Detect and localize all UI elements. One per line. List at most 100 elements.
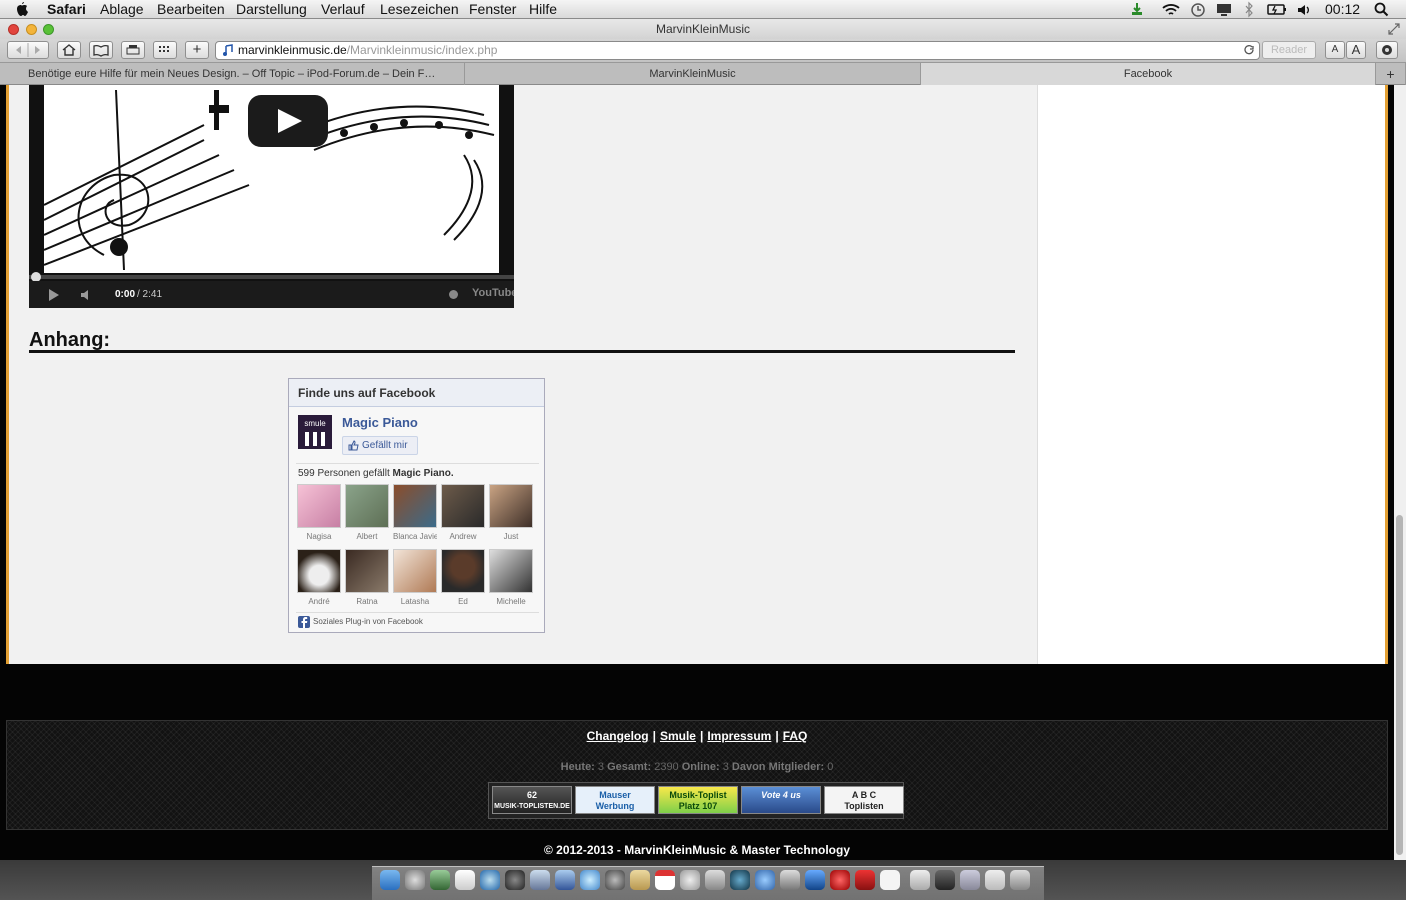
- app-menu[interactable]: Safari: [47, 1, 86, 18]
- reload-icon[interactable]: [1244, 45, 1255, 56]
- opera-icon[interactable]: [830, 870, 850, 890]
- fan-profile[interactable]: Blanca Javie: [393, 484, 437, 541]
- applications-stack-icon[interactable]: [960, 870, 980, 890]
- play-control-icon[interactable]: [47, 288, 61, 302]
- fan-profile[interactable]: Ratna: [345, 549, 389, 606]
- fan-profile[interactable]: Just: [489, 484, 533, 541]
- video-thumbnail[interactable]: [44, 85, 499, 273]
- close-window-button[interactable]: [8, 24, 19, 35]
- fan-name[interactable]: Ed: [441, 597, 485, 606]
- video-settings-icon[interactable]: [448, 289, 459, 300]
- fan-profile[interactable]: Andrew: [441, 484, 485, 541]
- fan-name[interactable]: André: [297, 597, 341, 606]
- wifi-icon[interactable]: [1161, 0, 1181, 19]
- photo-booth-icon[interactable]: [705, 870, 725, 890]
- display-icon[interactable]: [1215, 0, 1233, 19]
- menu-ablage[interactable]: Ablage: [100, 1, 144, 18]
- fan-profile[interactable]: Latasha: [393, 549, 437, 606]
- fan-photo[interactable]: [489, 484, 533, 528]
- print-button[interactable]: [121, 41, 145, 59]
- fan-name[interactable]: Andrew: [441, 532, 485, 541]
- folder-stack-icon[interactable]: [935, 870, 955, 890]
- app-store-icon[interactable]: [755, 870, 775, 890]
- facebook-plugin-credit[interactable]: Soziales Plug-in von Facebook: [298, 616, 423, 628]
- menu-darstellung[interactable]: Darstellung: [236, 1, 307, 18]
- fan-name[interactable]: Ratna: [345, 597, 389, 606]
- menu-fenster[interactable]: Fenster: [469, 1, 516, 18]
- document-stack-icon[interactable]: [910, 870, 930, 890]
- video-progress-bar[interactable]: [29, 275, 514, 279]
- fan-name[interactable]: Nagisa: [297, 532, 341, 541]
- fan-photo[interactable]: [297, 549, 341, 593]
- badge-vote-4-us[interactable]: Vote 4 us: [741, 786, 821, 814]
- new-tab-button[interactable]: +: [1376, 63, 1406, 85]
- video-play-button[interactable]: [248, 95, 328, 147]
- badge-musik-toplist[interactable]: Musik-Toplist Platz 107: [658, 786, 738, 814]
- badge-musik-toplisten[interactable]: 62 MUSIK-TOPLISTEN.DE: [492, 786, 572, 814]
- system-preferences-icon[interactable]: [505, 870, 525, 890]
- youtube-video-player[interactable]: 0:00 / 2:41 YouTube: [29, 85, 514, 308]
- xcode-icon[interactable]: [805, 870, 825, 890]
- footer-link-smule[interactable]: Smule: [660, 729, 696, 743]
- fan-profile[interactable]: Michelle: [489, 549, 533, 606]
- mail-icon[interactable]: [555, 870, 575, 890]
- trash-icon[interactable]: [1010, 870, 1030, 890]
- bookmarks-button[interactable]: [89, 41, 113, 59]
- reminders-icon[interactable]: [680, 870, 700, 890]
- fan-name[interactable]: Michelle: [489, 597, 533, 606]
- fan-profile[interactable]: Albert: [345, 484, 389, 541]
- download-status-icon[interactable]: [1129, 0, 1145, 19]
- dashboard-icon[interactable]: [455, 870, 475, 890]
- zoom-window-button[interactable]: [43, 24, 54, 35]
- address-bar[interactable]: marvinkleinmusic.de/Marvinkleinmusic/ind…: [215, 41, 1260, 60]
- fan-name[interactable]: Latasha: [393, 597, 437, 606]
- fan-photo[interactable]: [297, 484, 341, 528]
- menu-verlauf[interactable]: Verlauf: [321, 1, 365, 18]
- fan-photo[interactable]: [441, 549, 485, 593]
- font-smaller-button[interactable]: A: [1325, 41, 1345, 59]
- footer-link-faq[interactable]: FAQ: [783, 729, 808, 743]
- spotlight-search-icon[interactable]: [1373, 0, 1389, 19]
- bluetooth-icon[interactable]: [1243, 0, 1255, 19]
- fan-photo[interactable]: [393, 484, 437, 528]
- facebook-page-name[interactable]: Magic Piano: [342, 415, 418, 430]
- youtube-logo[interactable]: YouTube: [472, 287, 514, 299]
- volume-control-icon[interactable]: [80, 288, 94, 302]
- time-machine-icon[interactable]: [1190, 0, 1206, 19]
- tab-facebook[interactable]: Facebook: [921, 63, 1376, 85]
- menu-lesezeichen[interactable]: Lesezeichen: [380, 1, 459, 18]
- fan-profile[interactable]: Ed: [441, 549, 485, 606]
- fan-profile[interactable]: André: [297, 549, 341, 606]
- footer-link-changelog[interactable]: Changelog: [587, 729, 649, 743]
- fan-photo[interactable]: [345, 549, 389, 593]
- footer-link-impressum[interactable]: Impressum: [707, 729, 771, 743]
- fan-photo[interactable]: [393, 549, 437, 593]
- itunes-icon[interactable]: [730, 870, 750, 890]
- fan-name[interactable]: Blanca Javie: [393, 532, 437, 541]
- calendar-icon[interactable]: [655, 870, 675, 890]
- page-scrollbar[interactable]: [1394, 85, 1406, 860]
- apple-menu-icon[interactable]: [14, 1, 28, 17]
- finder-icon[interactable]: [380, 870, 400, 890]
- badge-abc-toplisten[interactable]: A B C Toplisten: [824, 786, 904, 814]
- reader-button[interactable]: Reader: [1262, 41, 1316, 59]
- fan-photo[interactable]: [441, 484, 485, 528]
- like-button[interactable]: Gefällt mir: [342, 436, 418, 455]
- fan-photo[interactable]: [489, 549, 533, 593]
- tab-ipod-forum[interactable]: Benötige eure Hilfe für mein Neues Desig…: [0, 63, 465, 85]
- battery-icon[interactable]: [1266, 0, 1288, 19]
- iphoto-icon[interactable]: [780, 870, 800, 890]
- launchpad-icon[interactable]: [405, 870, 425, 890]
- downloads-stack-icon[interactable]: [985, 870, 1005, 890]
- preview-icon[interactable]: [530, 870, 550, 890]
- badge-mauser-werbung[interactable]: Mauser Werbung: [575, 786, 655, 814]
- top-sites-button[interactable]: [153, 41, 177, 59]
- font-larger-button[interactable]: A: [1346, 41, 1366, 59]
- fan-name[interactable]: Albert: [345, 532, 389, 541]
- menu-bearbeiten[interactable]: Bearbeiten: [157, 1, 225, 18]
- flash-icon[interactable]: [855, 870, 875, 890]
- magic-piano-logo[interactable]: smule: [298, 415, 332, 449]
- minimize-window-button[interactable]: [26, 24, 37, 35]
- settings-button[interactable]: [1376, 41, 1398, 59]
- x11-icon[interactable]: [880, 870, 900, 890]
